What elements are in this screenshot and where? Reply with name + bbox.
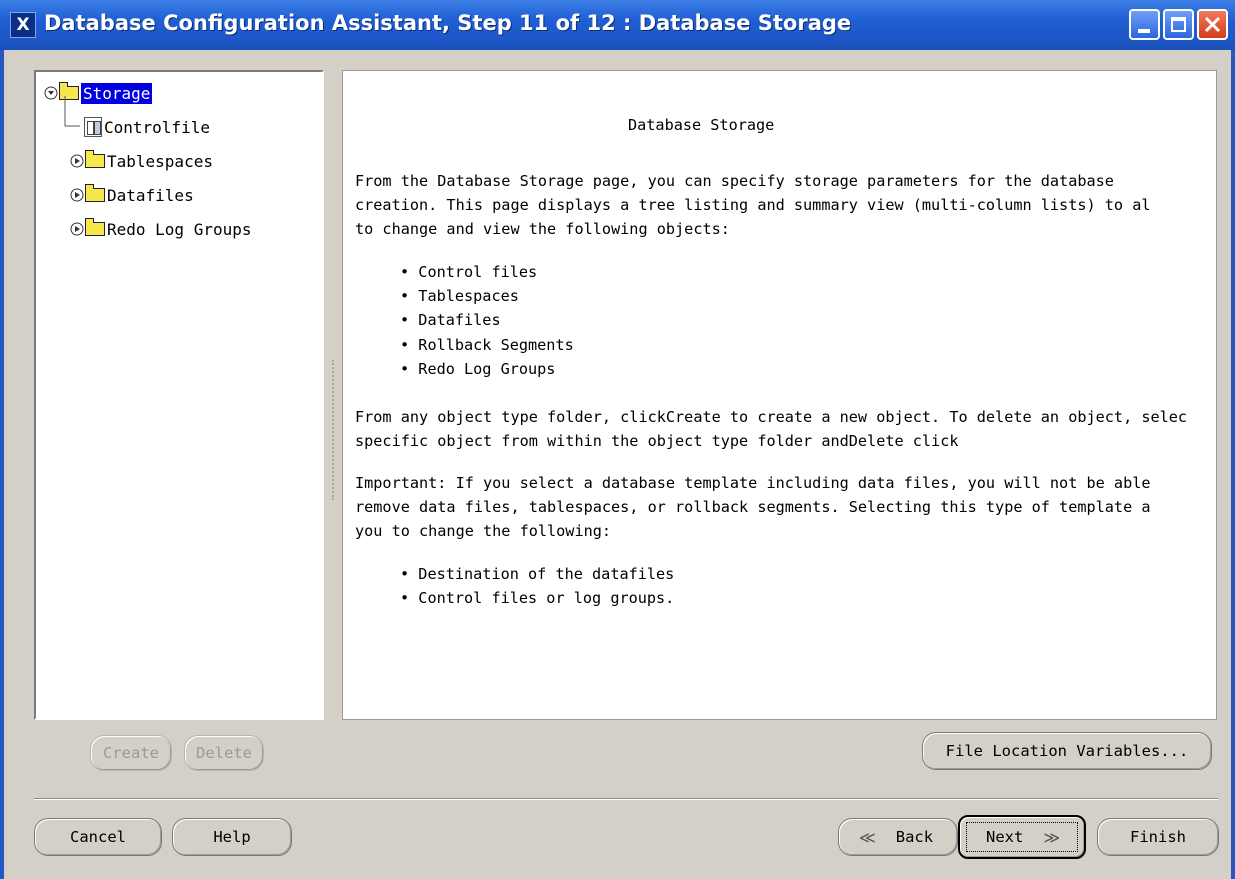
- file-location-variables-button[interactable]: File Location Variables...: [922, 732, 1212, 770]
- folder-icon: [85, 184, 105, 202]
- back-button[interactable]: ≪ Back: [838, 818, 958, 856]
- expand-icon[interactable]: [70, 154, 84, 168]
- maximize-button[interactable]: [1163, 9, 1194, 40]
- object-list-item: • Tablespaces: [400, 287, 519, 305]
- intro-line: to change and view the following objects…: [355, 220, 730, 238]
- help-content-panel: Database Storage From the Database Stora…: [342, 70, 1217, 720]
- folder-icon: [85, 218, 105, 236]
- tree-item-label: Controlfile: [104, 117, 210, 137]
- finish-button[interactable]: Finish: [1097, 818, 1219, 856]
- tree-item-label: Datafiles: [107, 185, 194, 205]
- important-line: remove data files, tablespaces, or rollb…: [355, 498, 1151, 516]
- intro-line: creation. This page displays a tree list…: [355, 196, 1151, 214]
- create-button[interactable]: Create: [90, 735, 172, 771]
- next-button[interactable]: Next ≫: [958, 815, 1086, 859]
- object-list-item: • Datafiles: [400, 311, 501, 329]
- tree-item-redo-log-groups[interactable]: Redo Log Groups: [70, 216, 252, 242]
- back-arrow-icon: ≪: [859, 827, 876, 847]
- folder-icon: [85, 150, 105, 168]
- storage-tree[interactable]: Storage Controlfile Tablespaces Datafile…: [34, 70, 324, 720]
- app-icon: X: [10, 12, 36, 38]
- instruction-line: specific object from within the object t…: [355, 432, 959, 450]
- pane-splitter[interactable]: [332, 360, 336, 500]
- close-button[interactable]: [1197, 9, 1228, 40]
- back-label: Back: [895, 828, 934, 846]
- instruction-line: From any object type folder, clickCreate…: [355, 408, 1188, 426]
- window-title: Database Configuration Assistant, Step 1…: [44, 11, 852, 35]
- intro-line: From the Database Storage page, you can …: [355, 172, 1114, 190]
- minimize-button[interactable]: [1129, 9, 1160, 40]
- tree-item-tablespaces[interactable]: Tablespaces: [70, 148, 213, 174]
- expand-icon[interactable]: [70, 188, 84, 202]
- tree-item-controlfile[interactable]: Controlfile: [84, 114, 210, 140]
- important-line: you to change the following:: [355, 522, 612, 540]
- controlfile-icon: [84, 117, 102, 137]
- maximize-icon: [1171, 17, 1186, 32]
- cancel-button[interactable]: Cancel: [34, 818, 162, 856]
- help-button[interactable]: Help: [172, 818, 292, 856]
- important-line: Important: If you select a database temp…: [355, 474, 1151, 492]
- tree-item-label: Redo Log Groups: [107, 219, 252, 239]
- tree-item-datafiles[interactable]: Datafiles: [70, 182, 194, 208]
- delete-button[interactable]: Delete: [184, 735, 264, 771]
- object-list-item: • Redo Log Groups: [400, 360, 556, 378]
- object-list-item: • Control files: [400, 263, 538, 281]
- expand-icon[interactable]: [70, 222, 84, 236]
- changeable-list-item: • Control files or log groups.: [400, 589, 675, 607]
- focus-ring: [966, 822, 1078, 852]
- title-bar[interactable]: X Database Configuration Assistant, Step…: [0, 0, 1235, 50]
- object-list-item: • Rollback Segments: [400, 336, 574, 354]
- separator: [34, 798, 1218, 800]
- minimize-icon: [1138, 29, 1150, 33]
- tree-item-label: Tablespaces: [107, 151, 213, 171]
- changeable-list-item: • Destination of the datafiles: [400, 565, 675, 583]
- content-title: Database Storage: [628, 116, 775, 134]
- close-icon: [1204, 16, 1221, 33]
